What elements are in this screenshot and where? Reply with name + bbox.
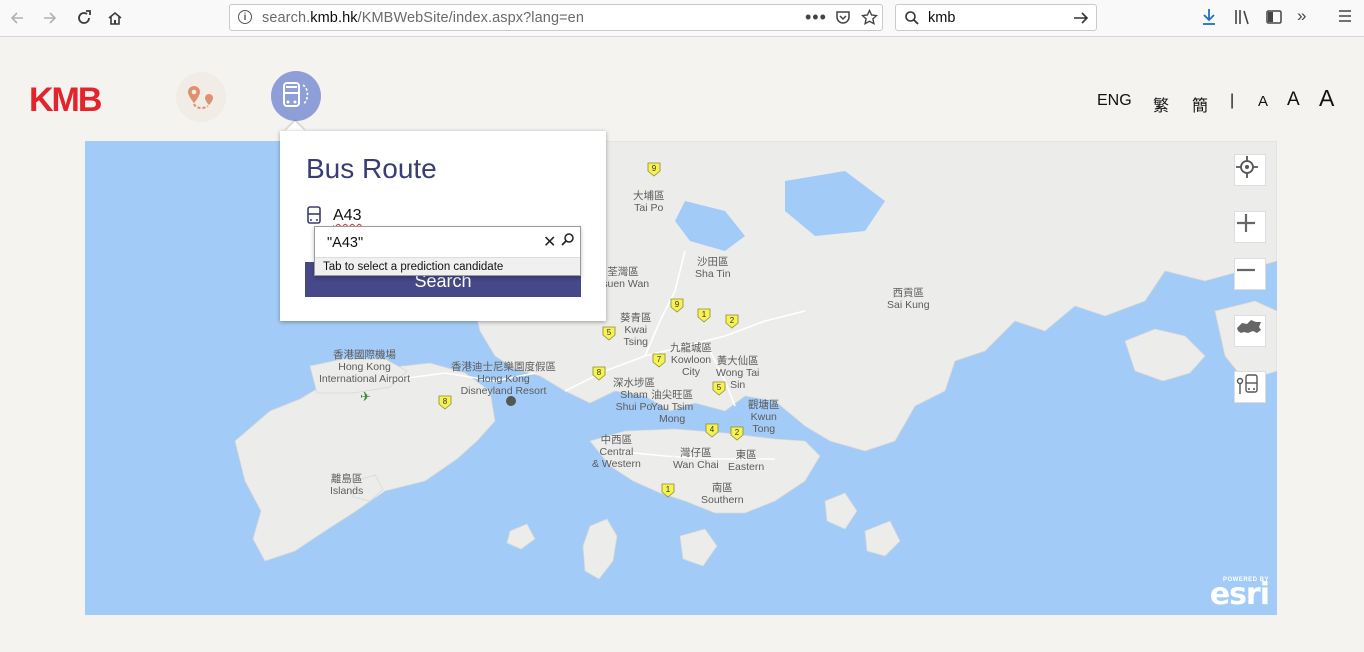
map-label-kwun-tong: 觀塘區 Kwun Tong: [748, 399, 780, 435]
lang-traditional-link[interactable]: 繁: [1153, 92, 1169, 116]
map-label-kwai-tsing: 葵青區 Kwai Tsing: [620, 312, 652, 348]
svg-text:4: 4: [710, 425, 715, 434]
star-icon[interactable]: [860, 8, 879, 30]
lang-simplified-link[interactable]: 簡: [1192, 92, 1208, 116]
route-shield: 7: [652, 353, 666, 368]
url-text: search.kmb.hk/KMBWebSite/index.aspx?lang…: [262, 10, 585, 26]
kmb-logo[interactable]: KMB: [29, 81, 109, 119]
map-label-airport: 香港國際機場 Hong Kong International Airport: [319, 349, 411, 385]
map-label-tai-po: 大埔區 Tai Po: [633, 190, 665, 214]
svg-text:5: 5: [607, 328, 612, 337]
esri-attribution: POWERED BY esri: [1209, 577, 1270, 612]
search-input[interactable]: kmb: [928, 10, 955, 26]
reload-icon[interactable]: [72, 6, 96, 30]
bus-route-button[interactable]: [271, 71, 321, 121]
search-bar[interactable]: kmb: [895, 4, 1097, 31]
font-size-large-button[interactable]: A: [1319, 85, 1334, 112]
map-label-sha-tin: 沙田區 Sha Tin: [695, 256, 731, 280]
map-label-kowloon-city: 九龍城區 Kowloon City: [670, 342, 712, 378]
search-icon[interactable]: [561, 232, 575, 249]
svg-text:1: 1: [666, 485, 671, 494]
map-label-eastern: 東區 Eastern: [728, 449, 765, 473]
forward-arrow-icon[interactable]: [38, 6, 62, 30]
more-icon[interactable]: •••: [805, 7, 827, 28]
airport-plane-icon: ✈: [360, 389, 371, 404]
plus-icon: [1237, 214, 1255, 232]
prediction-candidate[interactable]: "A43": [327, 235, 363, 251]
bus-stop-button[interactable]: [1234, 371, 1266, 403]
map-label-wan-chai: 灣仔區 Wan Chai: [673, 447, 719, 471]
ime-prediction-popup: "A43" ✕ Tab to select a prediction candi…: [314, 226, 581, 276]
download-icon[interactable]: [1201, 8, 1217, 31]
disneyland-marker-icon: [506, 396, 516, 406]
route-shield: 8: [438, 395, 452, 410]
route-pin-icon: [188, 86, 213, 110]
sidebar-icon[interactable]: [1265, 8, 1283, 31]
font-size-medium-button[interactable]: A: [1287, 89, 1300, 111]
map-view[interactable]: 大埔區 Tai Po 沙田區 Sha Tin 荃灣區 Tsuen Wan 西貢區 Sai…: [85, 141, 1277, 615]
map-land: [234, 141, 1277, 580]
overview-button[interactable]: [1234, 315, 1266, 347]
bus-icon: [283, 82, 309, 107]
route-shield: 5: [712, 381, 726, 396]
zoom-out-button[interactable]: [1234, 258, 1266, 290]
map-label-southern: 南區 Southern: [701, 482, 744, 506]
panel-title: Bus Route: [306, 153, 437, 184]
browser-toolbar: i search.kmb.hk/KMBWebSite/index.aspx?la…: [0, 0, 1364, 37]
locate-icon: [1236, 156, 1258, 178]
svg-text:8: 8: [597, 368, 602, 377]
route-shield: 2: [730, 426, 744, 441]
back-arrow-icon[interactable]: [5, 6, 29, 30]
hamburger-icon[interactable]: [1337, 8, 1353, 29]
svg-text:8: 8: [443, 397, 448, 406]
route-shield: 9: [670, 298, 684, 313]
site-info-icon[interactable]: i: [238, 10, 252, 24]
pocket-icon[interactable]: [835, 9, 851, 29]
route-shield: 1: [697, 308, 711, 323]
header-separator: |: [1230, 92, 1235, 109]
svg-text:9: 9: [652, 164, 657, 173]
zoom-in-button[interactable]: [1234, 211, 1266, 243]
map-label-sham-shui-po: 深水埗區 Sham Shui Po: [613, 377, 655, 413]
close-icon[interactable]: ✕: [543, 232, 556, 252]
hong-kong-map-icon: [1237, 320, 1261, 333]
library-icon[interactable]: [1233, 8, 1251, 31]
chevron-double-right-icon[interactable]: »: [1297, 6, 1306, 26]
map-label-central-western: 中西區 Central & Western: [592, 434, 641, 470]
go-arrow-icon[interactable]: [1072, 10, 1090, 31]
url-bar[interactable]: i search.kmb.hk/KMBWebSite/index.aspx?la…: [229, 4, 883, 31]
map-label-yau-tsim-mong: 油尖旺區 Yau Tsim Mong: [651, 389, 694, 425]
svg-text:KMB: KMB: [29, 84, 102, 114]
svg-text:2: 2: [735, 428, 740, 437]
font-size-small-button[interactable]: A: [1258, 93, 1268, 110]
home-icon[interactable]: [103, 6, 127, 30]
svg-text:9: 9: [675, 300, 680, 309]
route-shield: 4: [705, 423, 719, 438]
map-label-sai-kung: 西貢區 Sai Kung: [887, 287, 930, 311]
route-shield: 2: [725, 314, 739, 329]
locate-button[interactable]: [1234, 154, 1266, 186]
route-shield: 5: [602, 326, 616, 341]
route-shield: 9: [647, 162, 661, 177]
route-shield: 8: [592, 366, 606, 381]
journey-planner-button[interactable]: [176, 72, 226, 122]
svg-text:2: 2: [730, 316, 735, 325]
lang-eng-link[interactable]: ENG: [1097, 92, 1132, 110]
prediction-hint: Tab to select a prediction candidate: [315, 257, 580, 275]
map-label-disneyland: 香港迪士尼樂園度假區 Hong Kong Disneyland Resort: [451, 361, 556, 397]
svg-text:5: 5: [717, 383, 722, 392]
bus-stop-icon: [1236, 374, 1258, 394]
minus-icon: [1237, 268, 1255, 272]
route-number-input[interactable]: A43: [333, 207, 361, 225]
map-label-islands: 離島區 Islands: [330, 473, 364, 497]
search-icon: [904, 10, 920, 31]
svg-text:1: 1: [702, 310, 707, 319]
svg-text:7: 7: [657, 355, 662, 364]
route-shield: 1: [661, 483, 675, 498]
